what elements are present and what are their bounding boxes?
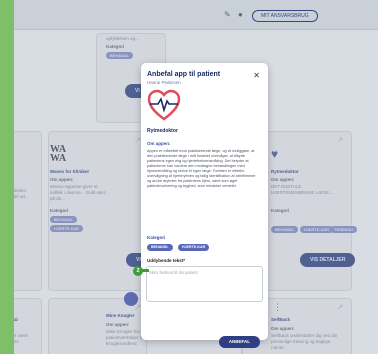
category-tag-hjerte-kar: HJERTE-KAR xyxy=(178,244,210,251)
close-icon[interactable]: ✕ xyxy=(253,71,260,80)
app-name: Rytmedoktor xyxy=(147,128,178,134)
app-logo-icon xyxy=(147,89,181,121)
category-heading: Kategori xyxy=(147,235,166,240)
dialog-title: Anbefal app til patient xyxy=(147,71,221,78)
category-tag-behandl: BEHANDL xyxy=(147,244,173,251)
message-placeholder: Skriv besked til din patient xyxy=(149,270,198,275)
step-badge: 2 xyxy=(133,266,143,276)
dialog-patient-name: Hanne Pedersen xyxy=(147,80,181,85)
message-field-label: Uddybende tekst* xyxy=(147,258,186,263)
about-text: Appen er målrettet mod praktiserende læg… xyxy=(147,149,256,188)
recommend-app-dialog: Anbefal app til patient Hanne Pedersen ✕… xyxy=(141,63,268,348)
recommend-button[interactable]: ANBEFAL xyxy=(218,336,260,348)
about-heading: Om appen: xyxy=(147,141,171,146)
